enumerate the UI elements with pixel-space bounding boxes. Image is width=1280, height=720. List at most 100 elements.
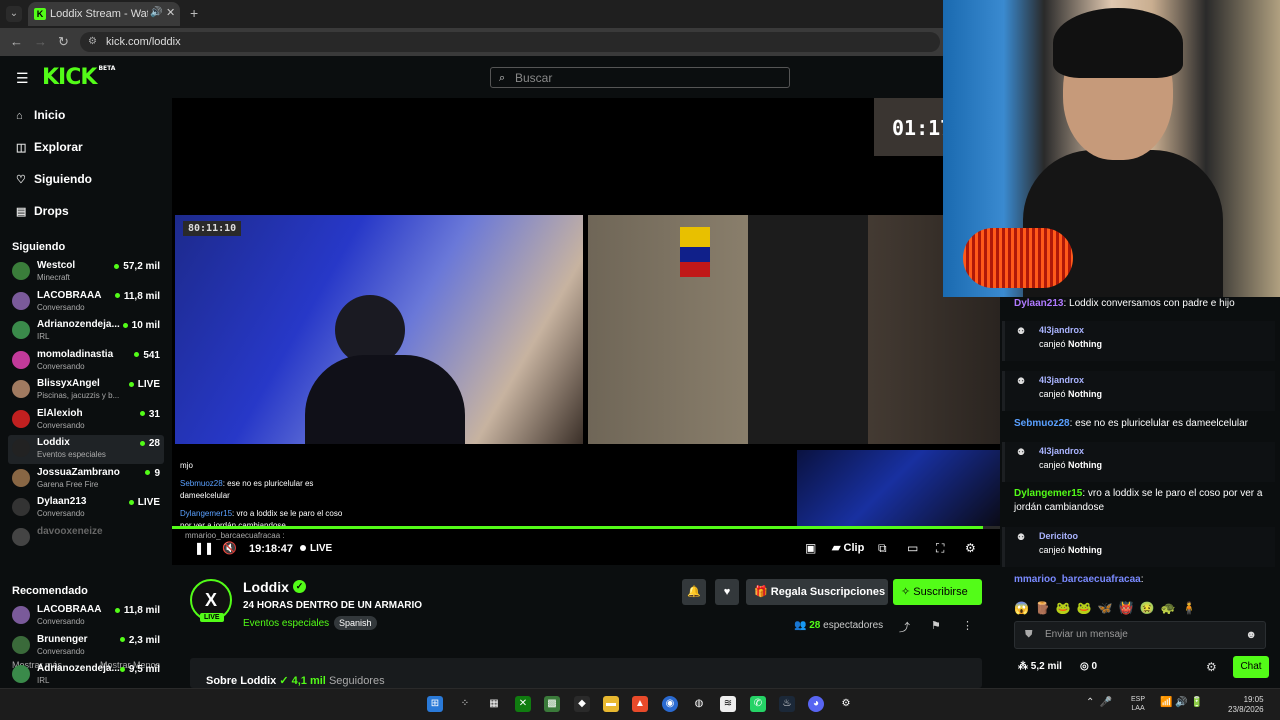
tab-search-button[interactable]: ⌄ (6, 6, 22, 22)
system-tray-icons[interactable]: ⌃ 🎤 (1086, 697, 1112, 708)
store-icon[interactable]: ▦ (486, 696, 502, 712)
steam-icon[interactable]: ♨ (779, 696, 795, 712)
following-channel-0[interactable]: Westcol Minecraft 57,2 mil (8, 258, 164, 287)
obs-icon[interactable]: ◍ (691, 696, 707, 712)
chat-username[interactable]: Dericitoo (1039, 531, 1078, 541)
chrome-icon[interactable]: ◉ (662, 696, 678, 712)
following-channel-4[interactable]: BlissyxAngel Piscinas, jacuzzis y b... LIV… (8, 376, 164, 405)
chat-username[interactable]: Dylangemer15 (1014, 488, 1082, 499)
chat-message: Dylaan213: Loddix conversamos con padre … (1014, 297, 1274, 311)
follow-heart-button[interactable]: ♥ (715, 579, 739, 605)
chat-username[interactable]: 4l3jandrox (1039, 325, 1084, 335)
network-volume-battery-icons[interactable]: 📶 🔊 🔋 (1160, 697, 1203, 708)
language-tag[interactable]: Spanish (334, 616, 377, 630)
channel-name: Adrianozendeja... (37, 319, 120, 330)
following-channel-8[interactable]: Dylaan213 Conversando LIVE (8, 494, 164, 523)
pip-icon[interactable]: ⧉ (878, 541, 887, 556)
more-options-icon[interactable]: ⋮ (962, 619, 973, 632)
theater-mode-icon[interactable]: ▣ (805, 541, 816, 555)
recommended-channel-0[interactable]: LACOBRAAA Conversando 11,8 mil (8, 602, 164, 631)
following-channel-6[interactable]: Loddix Eventos especiales 28 (8, 435, 164, 464)
game-launcher-icon[interactable]: ◆ (574, 696, 590, 712)
capcut-icon[interactable]: ≋ (720, 696, 736, 712)
channel-name[interactable]: Loddix (243, 579, 289, 595)
chat-message-input[interactable]: ⛊ Enviar un mensaje ☻ (1014, 621, 1266, 649)
xbox-icon[interactable]: ✕ (515, 696, 531, 712)
chat-username[interactable]: 4l3jandrox (1039, 375, 1084, 385)
search-input[interactable]: ⌕ Buscar (490, 67, 790, 88)
chat-username[interactable]: 4l3jandrox (1039, 446, 1084, 456)
recommended-channel-1[interactable]: Brunenger Conversando 2,3 mil (8, 632, 164, 661)
volume-mute-icon[interactable]: 🔇 (222, 541, 237, 555)
settings-icon[interactable]: ⚙ (838, 696, 854, 712)
chat-username[interactable]: mmarioo_barcaecuafracaa (1014, 574, 1141, 585)
following-channel-1[interactable]: LACOBRAAA Conversando 11,8 mil (8, 288, 164, 317)
chat-settings-icon[interactable]: ⚙ (1206, 660, 1217, 674)
channel-name: LACOBRAAA (37, 604, 102, 615)
following-channel-5[interactable]: ElAlexioh Conversando 31 (8, 406, 164, 435)
nav-inicio[interactable]: ⌂ Inicio (16, 108, 65, 128)
report-icon[interactable]: ⚑ (931, 619, 941, 632)
windows-start-icon[interactable]: ⊞ (427, 696, 443, 712)
following-channel-9[interactable]: davooxeneize (8, 524, 164, 553)
reload-icon[interactable]: ↻ (58, 34, 69, 50)
viewer-count: LIVE (129, 379, 160, 390)
nav-siguiendo[interactable]: ♡ Siguiendo (16, 172, 92, 192)
nav-label: Inicio (34, 108, 66, 122)
channel-avatar (12, 665, 30, 683)
gift-subs-button[interactable]: 🎁 Regala Suscripciones (746, 579, 888, 605)
forward-icon[interactable]: → (34, 34, 47, 49)
viewer-count: 9,5 mil (120, 664, 160, 675)
file-explorer-icon[interactable]: ▬ (603, 696, 619, 712)
notification-bell-button[interactable]: 🔔 (682, 579, 706, 605)
system-clock[interactable]: 19:05 23/8/2026 (1228, 695, 1264, 715)
nav-drops[interactable]: ▤ Drops (16, 204, 69, 224)
live-badge: LIVE (200, 613, 224, 622)
discord-icon[interactable]: ◕ (808, 696, 824, 712)
subscribe-button[interactable]: ✧ Suscribirse (893, 579, 982, 605)
task-view-icon[interactable]: ⁘ (457, 696, 473, 712)
following-channel-3[interactable]: momoladinastia Conversando 541 (8, 347, 164, 376)
video-player[interactable]: 01:17 80:11:10 mjo Sebmuoz28: ese no es … (172, 98, 1000, 530)
emote-row[interactable]: 😱🪵🐸🐸🦋👹🤢🐢🧍 (1014, 601, 1276, 617)
viewer-count: LIVE (129, 497, 160, 508)
minecraft-icon[interactable]: ▩ (544, 696, 560, 712)
person-body (305, 355, 465, 444)
shield-icon[interactable]: ⛊ (1025, 622, 1033, 648)
channel-points[interactable]: ⁂ 5,2 mil (1018, 661, 1062, 672)
viewer-count: 10 mil (123, 320, 160, 331)
pause-icon[interactable]: ❚❚ (194, 541, 214, 555)
fullscreen-icon[interactable]: ⛶ (936, 541, 944, 556)
live-indicator[interactable]: LIVE (300, 543, 332, 554)
settings-gear-icon[interactable]: ⚙ (965, 541, 976, 555)
language-indicator[interactable]: ESP LAA (1131, 695, 1145, 713)
new-tab-button[interactable]: + (190, 5, 198, 21)
verified-icon: ✓ (279, 675, 289, 687)
chat-send-button[interactable]: Chat (1233, 656, 1269, 678)
menu-icon[interactable]: ☰ (16, 70, 29, 87)
following-channel-2[interactable]: Adrianozendeja... IRL 10 mil (8, 317, 164, 346)
clip-button[interactable]: ▰ Clip (832, 541, 864, 554)
nav-explorar[interactable]: ◫ Explorar (16, 140, 83, 160)
address-bar[interactable]: ⚙ kick.com/loddix (80, 32, 940, 52)
recommended-channel-2[interactable]: Adrianozendeja... IRL 9,5 mil (8, 661, 164, 690)
emoji-icon[interactable]: ☻ (1245, 622, 1257, 648)
miniplayer-icon[interactable]: ▭ (907, 541, 918, 555)
close-tab-icon[interactable]: ✕ (166, 6, 175, 19)
site-info-icon[interactable]: ⚙ (88, 32, 97, 52)
overlay-chat-line: mjo (180, 461, 193, 470)
browser-tab[interactable]: K Loddix Stream - Watch Live 🔊 ✕ (28, 2, 180, 26)
speaker-icon[interactable]: 🔊 (150, 7, 162, 18)
category-link[interactable]: Eventos especiales (243, 618, 329, 629)
back-icon[interactable]: ← (10, 34, 23, 49)
redeem-text: canjeó Nothing (1039, 545, 1103, 555)
brave-icon[interactable]: ▲ (632, 696, 648, 712)
chat-username[interactable]: Dylaan213 (1014, 298, 1063, 309)
channel-points-secondary[interactable]: ◎ 0 (1080, 661, 1097, 672)
kick-logo[interactable]: KICK BETA (42, 65, 115, 90)
about-label: Sobre Loddix (206, 675, 277, 687)
share-icon[interactable]: ⤴ (899, 619, 910, 635)
following-channel-7[interactable]: JossuaZambrano Garena Free Fire 9 (8, 465, 164, 494)
chat-username[interactable]: Sebmuoz28 (1014, 418, 1070, 429)
whatsapp-icon[interactable]: ✆ (750, 696, 766, 712)
